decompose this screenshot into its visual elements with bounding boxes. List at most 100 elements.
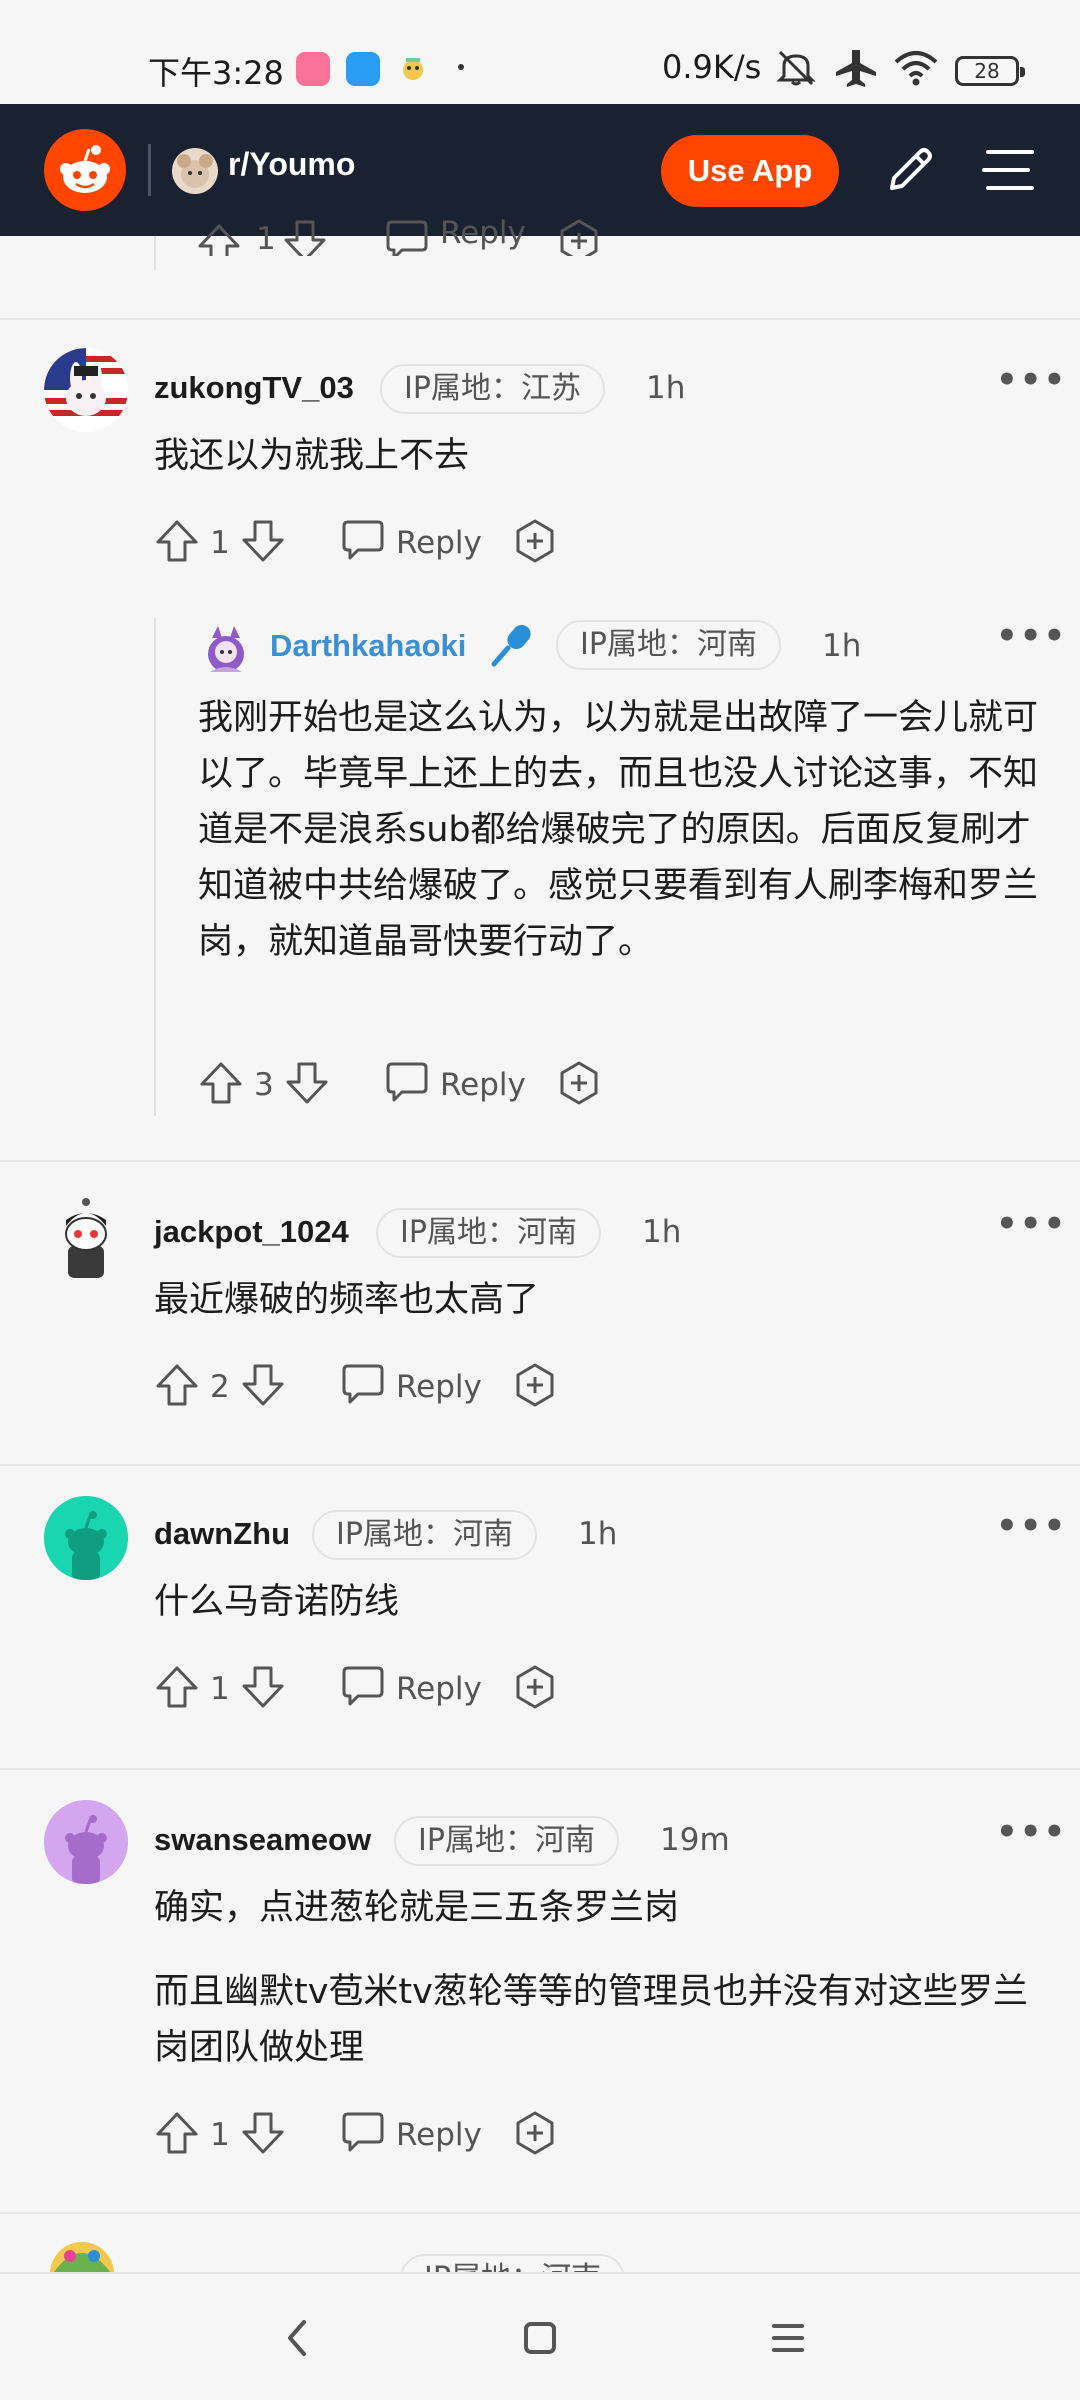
more-options-icon[interactable]: •••: [996, 1506, 1067, 1546]
create-post-pencil-icon[interactable]: [882, 142, 938, 202]
comment-body: 我刚开始也是这么认为，以为就是出故障了一会儿就可以了。毕竟早上还上的去，而且也没…: [198, 698, 1039, 962]
downvote-icon[interactable]: [240, 518, 286, 568]
microphone-icon: [488, 620, 536, 672]
partial-comment: IP属地：河南: [0, 2214, 1080, 2272]
battery-indicator: 28: [955, 56, 1025, 86]
system-nav-bar: [0, 2272, 1080, 2400]
emoji-app-icon: [396, 52, 430, 86]
award-icon[interactable]: [558, 1060, 600, 1110]
reply-button[interactable]: Reply: [396, 518, 482, 568]
award-icon[interactable]: [514, 518, 556, 568]
downvote-icon[interactable]: [284, 1060, 330, 1110]
comment: swanseameow IP属地：河南 19m ••• 确实，点进葱轮就是三五条…: [0, 1770, 1080, 2210]
more-options-icon[interactable]: •••: [996, 1812, 1067, 1852]
ip-location-badge: IP属地：江苏: [380, 364, 605, 414]
reply-button[interactable]: Reply: [440, 1060, 526, 1110]
award-icon[interactable]: [514, 1664, 556, 1714]
username[interactable]: zukongTV_03: [154, 370, 354, 406]
notification-dot: [458, 64, 464, 70]
reply-button[interactable]: Reply: [396, 1664, 482, 1714]
reply-icon[interactable]: [384, 218, 430, 256]
more-options-icon[interactable]: •••: [996, 360, 1067, 400]
airplane-icon: [834, 48, 878, 92]
award-icon[interactable]: [558, 218, 600, 256]
reply-icon[interactable]: [384, 1060, 430, 1108]
thread-line: [154, 236, 156, 270]
header-divider: [148, 144, 151, 196]
award-icon[interactable]: [514, 1362, 556, 1412]
network-speed: 0.9K/s: [662, 48, 762, 86]
more-options-icon[interactable]: •••: [996, 1204, 1067, 1244]
menu-icon[interactable]: [982, 146, 1038, 198]
comment-body-paragraph: 而且幽默tv苞米tv葱轮等等的管理员也并没有对这些罗兰岗团队做处理: [154, 1972, 1028, 2068]
vote-count: 2: [210, 1369, 230, 1405]
chat-app-icon: [346, 52, 380, 86]
comment-body: 最近爆破的频率也太高了: [154, 1280, 540, 1320]
home-icon[interactable]: [518, 2308, 562, 2372]
subreddit-name[interactable]: r/Youmo: [228, 146, 355, 183]
reply-icon[interactable]: [340, 1664, 386, 1712]
upvote-icon[interactable]: [196, 222, 242, 256]
reply-button[interactable]: Reply: [440, 214, 526, 256]
ip-location-badge: IP属地：河南: [400, 2254, 625, 2272]
vote-count: 1: [256, 221, 276, 256]
vote-count: 1: [210, 2117, 230, 2153]
comment-time: 1h: [822, 628, 862, 664]
status-time: 下午3:28: [148, 54, 284, 92]
comment-body: 什么马奇诺防线: [154, 1582, 400, 1622]
username[interactable]: Darthkahaoki: [270, 628, 466, 664]
user-avatar[interactable]: [44, 1196, 128, 1280]
reply-button[interactable]: Reply: [396, 2110, 482, 2160]
reply-icon[interactable]: [340, 518, 386, 566]
bilibili-app-icon: [296, 52, 330, 86]
user-avatar[interactable]: [44, 1800, 128, 1884]
downvote-icon[interactable]: [240, 2110, 286, 2160]
reply-comment: Darthkahaoki IP属地：河南 1h ••• 我刚开始也是这么认为，以…: [0, 610, 1080, 1110]
comment-time: 1h: [646, 370, 686, 406]
comment-actions: 3 Reply: [198, 1060, 638, 1110]
comment: dawnZhu IP属地：河南 1h ••• 什么马奇诺防线 1 Reply: [0, 1466, 1080, 1766]
user-avatar[interactable]: [50, 2242, 114, 2272]
back-icon[interactable]: [276, 2308, 316, 2372]
user-avatar[interactable]: [44, 348, 128, 432]
upvote-icon[interactable]: [154, 2110, 200, 2160]
subreddit-avatar[interactable]: [172, 148, 218, 194]
comment-actions: 1 Reply: [154, 2110, 594, 2160]
ip-location-badge: IP属地：河南: [556, 620, 781, 670]
username[interactable]: dawnZhu: [154, 1516, 290, 1552]
ip-location-badge: IP属地：河南: [376, 1208, 601, 1258]
reply-icon[interactable]: [340, 1362, 386, 1410]
reply-button[interactable]: Reply: [396, 1362, 482, 1412]
comment-actions: 1 Reply: [154, 1664, 594, 1714]
username[interactable]: jackpot_1024: [154, 1214, 349, 1250]
comment-time: 1h: [642, 1214, 682, 1250]
comment-body: 我还以为就我上不去: [154, 436, 470, 476]
status-bar: 下午3:28 0.9K/s 28: [0, 0, 1080, 104]
user-avatar[interactable]: [44, 1496, 128, 1580]
upvote-icon[interactable]: [154, 1362, 200, 1412]
downvote-icon[interactable]: [240, 1362, 286, 1412]
use-app-button[interactable]: Use App: [661, 135, 839, 207]
ip-location-badge: IP属地：河南: [312, 1510, 537, 1560]
vote-count: 3: [254, 1067, 274, 1103]
upvote-icon[interactable]: [198, 1060, 244, 1110]
username[interactable]: swanseameow: [154, 1822, 371, 1858]
more-options-icon[interactable]: •••: [996, 616, 1067, 656]
downvote-icon[interactable]: [240, 1664, 286, 1714]
comment-time: 1h: [578, 1516, 618, 1552]
reddit-logo-icon[interactable]: [44, 129, 126, 211]
award-icon[interactable]: [514, 2110, 556, 2160]
downvote-icon[interactable]: [282, 218, 328, 256]
upvote-icon[interactable]: [154, 518, 200, 568]
mute-icon: [774, 48, 818, 92]
recents-menu-icon[interactable]: [766, 2308, 810, 2372]
comment-actions: 2 Reply: [154, 1362, 594, 1412]
comment-actions-partial: 1 Reply: [196, 214, 616, 256]
vote-count: 1: [210, 1671, 230, 1707]
wifi-icon: [892, 48, 940, 92]
upvote-icon[interactable]: [154, 1664, 200, 1714]
comment-body: 确实，点进葱轮就是三五条罗兰岗: [154, 1888, 680, 1928]
reply-icon[interactable]: [340, 2110, 386, 2158]
vote-count: 1: [210, 525, 230, 561]
user-avatar[interactable]: [198, 622, 254, 678]
